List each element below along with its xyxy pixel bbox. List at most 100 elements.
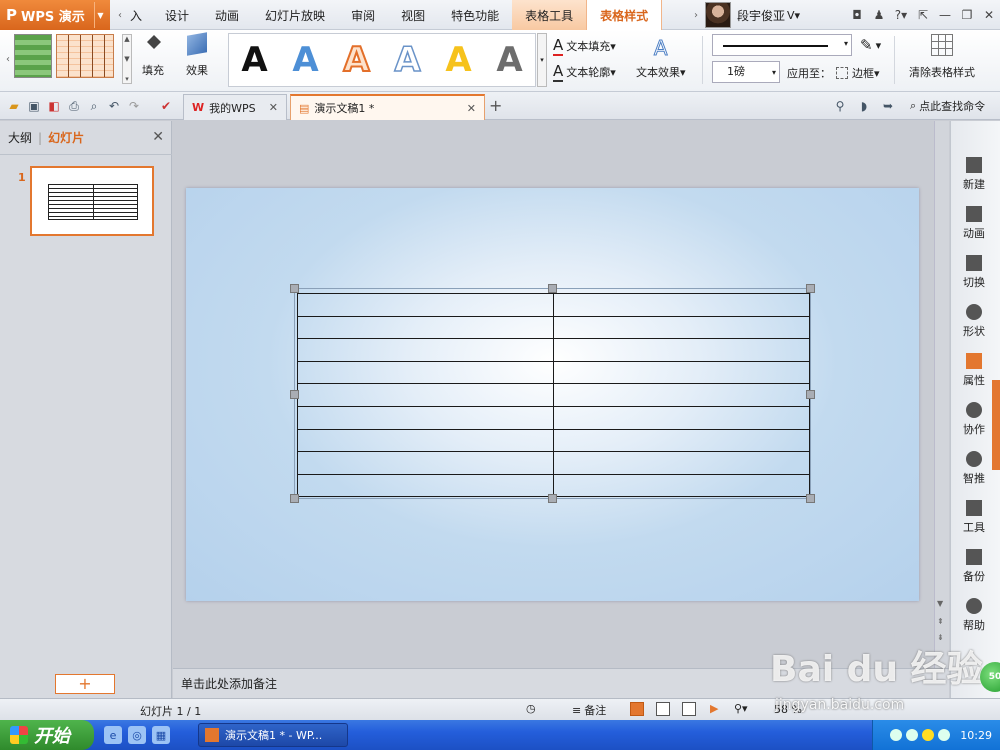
prev-slide-icon[interactable]: ⇞ — [937, 617, 944, 626]
tray-security-icon[interactable] — [922, 729, 935, 741]
table-style-green[interactable] — [14, 34, 52, 78]
style-gallery-scroll[interactable]: ▲ ▼ ▾ — [122, 34, 132, 84]
tab-table-style[interactable]: 表格样式 — [586, 0, 663, 30]
wordart-gray[interactable]: A — [496, 40, 522, 80]
tray-volume-icon[interactable] — [906, 729, 919, 741]
text-fill-button[interactable]: A 文本填充 ▾ — [553, 36, 616, 56]
tab-insert[interactable]: 入 — [126, 0, 152, 30]
shirt-icon[interactable]: ♟ — [868, 4, 890, 26]
wordart-gallery-scroll[interactable]: ▾ — [537, 33, 547, 87]
resize-handle[interactable] — [290, 494, 299, 503]
task-pane-toggle[interactable] — [992, 380, 1000, 470]
collapse-ribbon-icon[interactable]: ⇱ — [912, 4, 934, 26]
text-outline-button[interactable]: A 文本轮廓 ▾ — [553, 62, 616, 82]
wordart-black[interactable]: A — [241, 40, 267, 80]
resize-handle[interactable] — [548, 284, 557, 293]
vertical-scrollbar[interactable]: ▼ ⇞ ⇟ — [934, 121, 949, 668]
table-cell[interactable] — [297, 451, 554, 475]
wordart-blue[interactable]: A — [292, 40, 318, 80]
tray-network-icon[interactable] — [890, 729, 903, 741]
table-cell[interactable] — [553, 451, 810, 475]
app-menu-button[interactable]: P WPS 演示 ▼ — [0, 0, 110, 30]
task-animation[interactable]: 动画 — [951, 206, 997, 241]
effect-button[interactable]: 效果 — [186, 32, 208, 78]
reading-view-button[interactable] — [682, 702, 699, 716]
tab-review[interactable]: 审阅 — [338, 0, 388, 30]
table-cell[interactable] — [297, 315, 554, 340]
save-icon[interactable]: ▣ — [24, 97, 44, 115]
resize-handle[interactable] — [806, 390, 815, 399]
bookmark-icon[interactable]: ◗ — [854, 97, 874, 115]
minimize-icon[interactable]: — — [934, 4, 956, 26]
resize-handle[interactable] — [806, 494, 815, 503]
table-cell[interactable] — [553, 405, 810, 430]
undo-icon[interactable]: ↶ — [104, 97, 124, 115]
task-properties[interactable]: 属性 — [951, 353, 997, 388]
ie-icon[interactable]: e — [104, 726, 122, 744]
table-cell[interactable] — [297, 473, 554, 498]
ribbon-scroll-left-icon[interactable]: ‹ — [2, 48, 14, 70]
task-shape[interactable]: 形状 — [951, 304, 997, 339]
slide-table[interactable] — [297, 293, 810, 498]
table-cell[interactable] — [553, 338, 810, 362]
table-cell[interactable] — [553, 428, 810, 453]
table-cell[interactable] — [297, 360, 554, 385]
tab-design[interactable]: 设计 — [152, 0, 202, 30]
doc-tab-my-wps[interactable]: W 我的WPS ✕ — [183, 94, 287, 120]
task-new[interactable]: 新建 — [951, 157, 997, 192]
resize-handle[interactable] — [806, 284, 815, 293]
taskbar-task-wps[interactable]: 演示文稿1 * - WP... — [198, 723, 348, 747]
line-style-select[interactable]: ▾ — [712, 34, 852, 56]
clear-table-style-button[interactable]: 清除表格样式 — [900, 34, 984, 80]
switch-windows-icon[interactable]: ▦ — [152, 726, 170, 744]
table-selection-frame[interactable] — [294, 288, 811, 499]
print-icon[interactable]: ⎙ — [64, 97, 84, 115]
doc-tab-presentation[interactable]: ▤ 演示文稿1 * ✕ — [290, 94, 485, 120]
play-icon[interactable]: ▶ — [710, 702, 718, 715]
history-icon[interactable]: ◷ — [526, 702, 536, 715]
wordart-yellow[interactable]: A — [445, 40, 471, 80]
task-tools[interactable]: 工具 — [951, 500, 997, 535]
user-account[interactable]: 段宇俊亚 V▾ — [705, 2, 800, 28]
border-button[interactable]: 边框 ▾ — [836, 65, 880, 81]
show-desktop-icon[interactable]: ◎ — [128, 726, 146, 744]
start-button[interactable]: 开始 — [0, 720, 94, 750]
close-pane-icon[interactable]: ✕ — [152, 129, 164, 145]
tab-animation[interactable]: 动画 — [202, 0, 252, 30]
close-icon[interactable]: ✕ — [978, 4, 1000, 26]
resize-handle[interactable] — [290, 284, 299, 293]
table-cell[interactable] — [297, 338, 554, 362]
command-search[interactable]: ⌕ 点此查找命令 — [910, 98, 985, 114]
wordart-orange-outline[interactable]: A — [342, 39, 370, 81]
tray-shield-icon[interactable] — [938, 729, 951, 741]
redo-icon[interactable]: ↷ — [124, 97, 144, 115]
tab-table-tools[interactable]: 表格工具 — [512, 0, 587, 30]
print-preview-icon[interactable]: ⌕ — [84, 97, 104, 115]
table-cell[interactable] — [553, 315, 810, 340]
tab-slideshow[interactable]: 幻灯片放映 — [252, 0, 338, 30]
text-effect-button[interactable]: A 文本效果▾ — [636, 36, 686, 80]
tab-slides[interactable]: 幻灯片 — [48, 129, 84, 146]
pin-icon[interactable]: ⚲ — [830, 97, 850, 115]
add-slide-button[interactable]: + — [55, 674, 115, 694]
slide[interactable] — [186, 188, 919, 601]
scroll-down-icon[interactable]: ▼ — [937, 599, 943, 608]
scroll-left-icon[interactable]: ‹ — [114, 4, 126, 26]
share-icon[interactable]: ➥ — [878, 97, 898, 115]
table-cell[interactable] — [553, 293, 810, 317]
slide-thumbnail[interactable] — [30, 166, 154, 236]
resize-handle[interactable] — [548, 494, 557, 503]
scroll-right-icon[interactable]: › — [690, 4, 702, 26]
close-tab-icon[interactable]: ✕ — [269, 101, 278, 114]
table-style-orange-grid[interactable] — [56, 34, 114, 78]
tab-outline[interactable]: 大纲 — [8, 129, 32, 146]
table-cell[interactable] — [297, 405, 554, 430]
close-tab-icon[interactable]: ✕ — [467, 102, 476, 115]
task-help[interactable]: 帮助 — [951, 598, 997, 633]
table-cell[interactable] — [553, 383, 810, 407]
resize-handle[interactable] — [290, 390, 299, 399]
new-tab-icon[interactable]: + — [489, 96, 502, 115]
task-recommend[interactable]: 智推 — [951, 451, 997, 486]
wordart-blue-outline[interactable]: A — [394, 39, 422, 81]
fill-button[interactable]: 填充 — [142, 34, 164, 78]
